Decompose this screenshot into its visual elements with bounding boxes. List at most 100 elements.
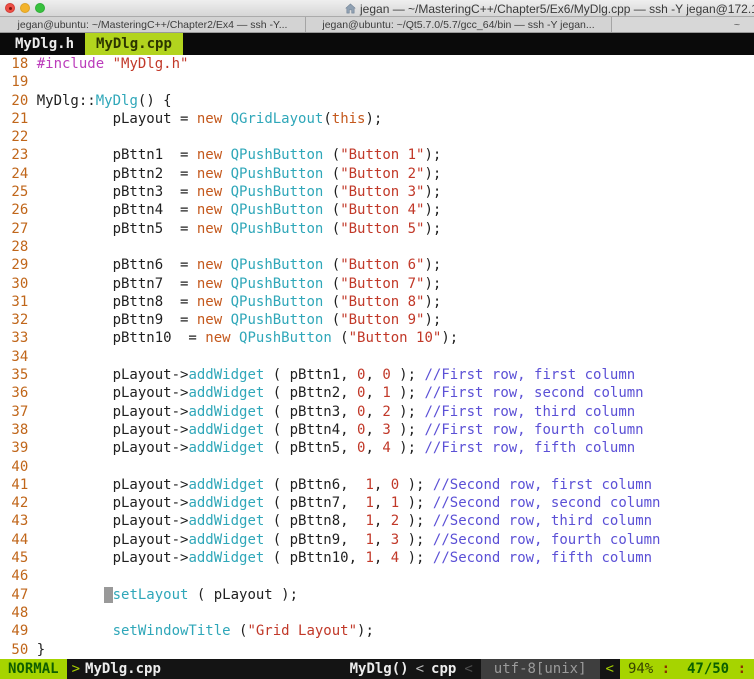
- code-line[interactable]: 29 pBttn6 = new QPushButton ("Button 6")…: [3, 256, 754, 274]
- code-line[interactable]: 39 pLayout->addWidget ( pBttn5, 0, 4 ); …: [3, 439, 754, 457]
- code-line[interactable]: 26 pBttn4 = new QPushButton ("Button 4")…: [3, 201, 754, 219]
- code-token: pLayout->: [37, 367, 189, 383]
- code-token: (: [323, 202, 340, 218]
- code-token: );: [399, 513, 433, 529]
- code-area[interactable]: 18 #include "MyDlg.h" 19 20 MyDlg::MyDlg…: [0, 55, 754, 659]
- code-token: [104, 56, 112, 72]
- code-line[interactable]: 30 pBttn7 = new QPushButton ("Button 7")…: [3, 275, 754, 293]
- code-line[interactable]: 42 pLayout->addWidget ( pBttn7, 1, 1 ); …: [3, 494, 754, 512]
- code-line[interactable]: 43 pLayout->addWidget ( pBttn8, 1, 2 ); …: [3, 512, 754, 530]
- code-line[interactable]: 36 pLayout->addWidget ( pBttn2, 0, 1 ); …: [3, 384, 754, 402]
- code-token: "Button 1": [340, 147, 424, 163]
- code-line[interactable]: 31 pBttn8 = new QPushButton ("Button 8")…: [3, 293, 754, 311]
- code-token: ( pBttn5,: [264, 440, 357, 456]
- code-line[interactable]: 27 pBttn5 = new QPushButton ("Button 5")…: [3, 220, 754, 238]
- code-token: ( pBttn10,: [264, 550, 365, 566]
- statusline-filetype: cpp: [431, 659, 456, 679]
- code-line[interactable]: 34: [3, 348, 754, 366]
- code-token: this: [332, 111, 366, 127]
- code-line[interactable]: 18 #include "MyDlg.h": [3, 55, 754, 73]
- code-token: QPushButton: [231, 312, 324, 328]
- code-token: );: [391, 367, 425, 383]
- code-line[interactable]: 21 pLayout = new QGridLayout(this);: [3, 110, 754, 128]
- code-line[interactable]: 38 pLayout->addWidget ( pBttn4, 0, 3 ); …: [3, 421, 754, 439]
- code-token: addWidget: [188, 440, 264, 456]
- line-number: 46: [3, 568, 37, 584]
- code-token: QPushButton: [231, 184, 324, 200]
- code-token: [222, 147, 230, 163]
- terminal-tab-bar: jegan@ubuntu: ~/MasteringC++/Chapter2/Ex…: [0, 17, 754, 33]
- code-line[interactable]: 37 pLayout->addWidget ( pBttn3, 0, 2 ); …: [3, 403, 754, 421]
- line-number: 20: [3, 93, 37, 109]
- traffic-lights: [5, 3, 45, 13]
- statusline-separator-right-icon: >: [67, 659, 85, 679]
- window-title-text: jegan — ~/MasteringC++/Chapter5/Ex6/MyDl…: [360, 2, 754, 16]
- code-token: QPushButton: [231, 147, 324, 163]
- close-button[interactable]: [5, 3, 15, 13]
- code-line[interactable]: 48: [3, 604, 754, 622]
- code-token: pBttn10 =: [37, 330, 206, 346]
- code-line[interactable]: 44 pLayout->addWidget ( pBttn9, 1, 3 ); …: [3, 531, 754, 549]
- code-line[interactable]: 46: [3, 567, 754, 585]
- code-line[interactable]: 28: [3, 238, 754, 256]
- code-line[interactable]: 50 }: [3, 641, 754, 659]
- minimize-button[interactable]: [20, 3, 30, 13]
- code-token: pLayout =: [37, 111, 197, 127]
- code-line[interactable]: 45 pLayout->addWidget ( pBttn10, 1, 4 );…: [3, 549, 754, 567]
- code-token: (: [332, 330, 349, 346]
- line-number: 44: [3, 532, 37, 548]
- code-line[interactable]: 49 setWindowTitle ("Grid Layout");: [3, 622, 754, 640]
- code-token: setLayout: [113, 587, 189, 603]
- code-token: "Button 5": [340, 221, 424, 237]
- code-token: 4: [382, 440, 390, 456]
- statusline-separator-green-icon: <: [600, 659, 620, 679]
- line-number: 24: [3, 166, 37, 182]
- terminal-tab-chapter2[interactable]: jegan@ubuntu: ~/MasteringC++/Chapter2/Ex…: [0, 17, 306, 32]
- code-token: new: [197, 312, 222, 328]
- mode-indicator: NORMAL: [0, 659, 67, 679]
- code-line[interactable]: 41 pLayout->addWidget ( pBttn6, 1, 0 ); …: [3, 476, 754, 494]
- code-token: () {: [138, 93, 172, 109]
- code-token: ,: [374, 532, 391, 548]
- code-line[interactable]: 22: [3, 128, 754, 146]
- code-token: );: [391, 422, 425, 438]
- code-token: [222, 111, 230, 127]
- code-token: );: [399, 550, 433, 566]
- code-token: "Button 7": [340, 276, 424, 292]
- code-line[interactable]: 33 pBttn10 = new QPushButton ("Button 10…: [3, 329, 754, 347]
- code-line[interactable]: 40: [3, 458, 754, 476]
- code-token: addWidget: [188, 513, 264, 529]
- code-line[interactable]: 47 setLayout ( pLayout );: [3, 586, 754, 604]
- line-number: 49: [3, 623, 37, 639]
- code-line[interactable]: 32 pBttn9 = new QPushButton ("Button 9")…: [3, 311, 754, 329]
- code-line[interactable]: 35 pLayout->addWidget ( pBttn1, 0, 0 ); …: [3, 366, 754, 384]
- code-token: [222, 184, 230, 200]
- line-number: 25: [3, 184, 37, 200]
- statusline-position-group: 94% : 47/50 :: [620, 659, 754, 679]
- code-token: new: [197, 221, 222, 237]
- code-token: pBttn8 =: [37, 294, 197, 310]
- code-token: new: [197, 147, 222, 163]
- code-token: addWidget: [188, 422, 264, 438]
- code-line[interactable]: 19: [3, 73, 754, 91]
- code-token: QGridLayout: [231, 111, 324, 127]
- terminal-tab-label: jegan@ubuntu: ~/MasteringC++/Chapter2/Ex…: [18, 19, 288, 31]
- vim-tab-mydlg-cpp[interactable]: MyDlg.cpp: [85, 33, 183, 55]
- zoom-button[interactable]: [35, 3, 45, 13]
- code-token: 3: [382, 422, 390, 438]
- code-token: );: [357, 623, 374, 639]
- code-token: ,: [365, 404, 382, 420]
- code-line[interactable]: 24 pBttn2 = new QPushButton ("Button 2")…: [3, 165, 754, 183]
- code-token: pLayout->: [37, 422, 189, 438]
- code-line[interactable]: 23 pBttn1 = new QPushButton ("Button 1")…: [3, 146, 754, 164]
- terminal-tab-home[interactable]: ~: [612, 17, 754, 32]
- code-token: );: [441, 330, 458, 346]
- code-line[interactable]: 25 pBttn3 = new QPushButton ("Button 3")…: [3, 183, 754, 201]
- code-token: 1: [391, 495, 399, 511]
- code-line[interactable]: 20 MyDlg::MyDlg() {: [3, 92, 754, 110]
- vim-tab-mydlg-h[interactable]: MyDlg.h: [4, 33, 85, 55]
- code-token: addWidget: [188, 495, 264, 511]
- code-token: ( pBttn1,: [264, 367, 357, 383]
- terminal-tab-qt-bin[interactable]: jegan@ubuntu: ~/Qt5.7.0/5.7/gcc_64/bin —…: [306, 17, 612, 32]
- code-token: 1: [365, 532, 373, 548]
